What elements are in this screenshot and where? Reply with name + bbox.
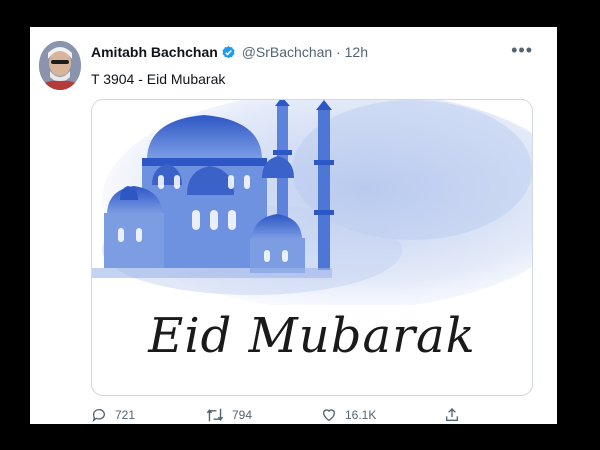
share-button[interactable] (444, 407, 460, 423)
more-horizontal-icon[interactable]: ••• (511, 41, 533, 59)
reply-count: 721 (115, 408, 136, 422)
tweet-card[interactable]: Amitabh Bachchan @SrBachchan · 12h ••• T… (30, 27, 557, 424)
separator: · (336, 44, 341, 60)
heart-icon (321, 407, 337, 423)
share-icon (444, 407, 460, 423)
tweet-text: T 3904 - Eid Mubarak (91, 71, 226, 87)
mosque-watercolor-illustration (92, 100, 532, 305)
author-handle[interactable]: @SrBachchan (242, 44, 332, 60)
retweet-button[interactable]: 794 (206, 407, 252, 423)
reply-icon (91, 407, 107, 423)
reply-button[interactable]: 721 (91, 407, 135, 423)
avatar[interactable] (39, 41, 81, 90)
like-count: 16.1K (345, 408, 377, 422)
verified-badge-icon (221, 45, 236, 64)
tweet-actions: 721 794 16.1K (30, 407, 557, 424)
tweet-header: Amitabh Bachchan @SrBachchan · 12h (91, 43, 368, 64)
author-name[interactable]: Amitabh Bachchan (91, 44, 218, 60)
tweet-image[interactable]: Eid Mubarak (91, 99, 533, 396)
retweet-icon (206, 407, 224, 423)
like-button[interactable]: 16.1K (321, 407, 376, 423)
eid-mubarak-greeting: Eid Mubarak (148, 308, 476, 364)
timestamp[interactable]: 12h (345, 44, 368, 60)
retweet-count: 794 (232, 408, 253, 422)
